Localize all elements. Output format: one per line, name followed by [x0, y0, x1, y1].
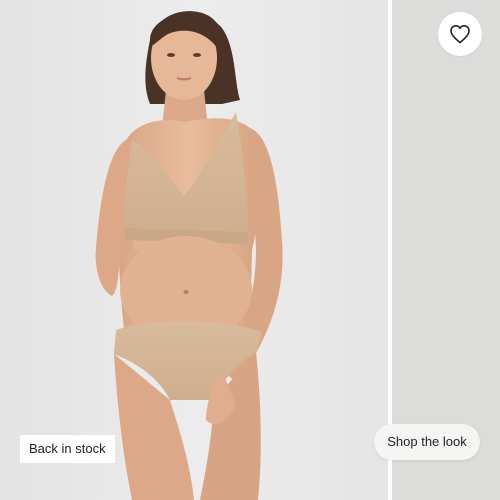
- heart-outline-icon: [450, 25, 470, 44]
- product-image-carousel[interactable]: Back in stock Shop the look: [0, 0, 500, 500]
- stock-badge: Back in stock: [20, 435, 115, 463]
- model-photo: [0, 0, 388, 500]
- wishlist-button[interactable]: [438, 12, 482, 56]
- product-image-slide[interactable]: Back in stock: [0, 0, 388, 500]
- shop-the-look-button[interactable]: Shop the look: [374, 424, 480, 460]
